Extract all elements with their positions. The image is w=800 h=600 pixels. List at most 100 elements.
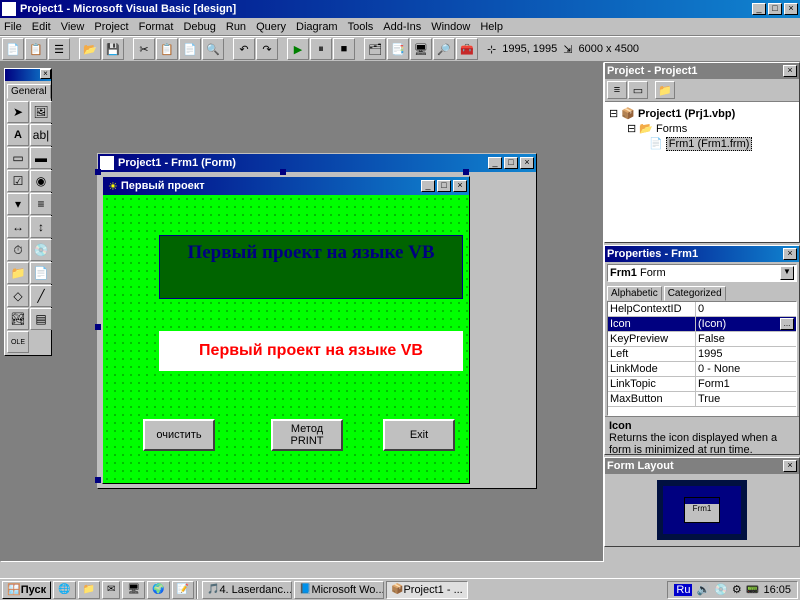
resize-handle[interactable] <box>95 169 101 175</box>
form-designer-window[interactable]: Project1 - Frm1 (Form) _ □ × ☀ Первы <box>97 153 537 489</box>
menu-edit[interactable]: Edit <box>32 21 51 33</box>
resize-handle[interactable] <box>95 324 101 330</box>
menu-tools[interactable]: Tools <box>348 21 374 33</box>
maximize-button[interactable]: □ <box>768 3 782 15</box>
menu-format[interactable]: Format <box>139 21 174 33</box>
view-object-button[interactable]: ▭ <box>628 81 648 99</box>
quicklaunch-icon[interactable]: 🌐 <box>53 581 75 599</box>
resize-handle[interactable] <box>463 169 469 175</box>
quicklaunch-icon[interactable]: 🖥 <box>122 581 145 599</box>
form-layout-titlebar[interactable]: Form Layout × <box>605 458 799 474</box>
form-layout-button[interactable]: 🖥 <box>410 38 432 60</box>
project-explorer-titlebar[interactable]: Project - Project1 × <box>605 63 799 79</box>
resize-handle[interactable] <box>280 169 286 175</box>
menu-window[interactable]: Window <box>431 21 470 33</box>
add-form-button[interactable]: 📋 <box>25 38 47 60</box>
properties-close-button[interactable]: × <box>783 248 797 260</box>
filelist-tool[interactable]: 📄 <box>30 262 52 284</box>
combobox-tool[interactable]: ▾ <box>7 193 29 215</box>
project-explorer-button[interactable]: 🗂 <box>364 38 386 60</box>
copy-button[interactable]: 📋 <box>156 38 178 60</box>
timer-tool[interactable]: ⏱ <box>7 239 29 261</box>
menu-addins[interactable]: Add-Ins <box>383 21 421 33</box>
end-button[interactable]: ■ <box>333 38 355 60</box>
property-row[interactable]: LinkMode0 - None <box>608 362 796 377</box>
tray-icon[interactable]: 💿 <box>714 583 728 596</box>
menu-view[interactable]: View <box>61 21 85 33</box>
toolbox-button[interactable]: 🧰 <box>456 38 478 60</box>
property-row[interactable]: Icon(Icon)... <box>608 317 796 332</box>
menu-diagram[interactable]: Diagram <box>296 21 338 33</box>
property-grid[interactable]: HelpContextID0Icon(Icon)...KeyPreviewFal… <box>607 301 797 416</box>
drivelist-tool[interactable]: 💿 <box>30 239 52 261</box>
form-close-button[interactable]: × <box>520 157 534 169</box>
checkbox-tool[interactable]: ☑ <box>7 170 29 192</box>
ole-tool[interactable]: OLE <box>7 331 29 353</box>
textbox-tool[interactable]: ab| <box>30 124 52 146</box>
property-row[interactable]: MaxButtonTrue <box>608 392 796 407</box>
dropdown-icon[interactable]: ▼ <box>780 266 794 280</box>
menu-file[interactable]: File <box>4 21 22 33</box>
redo-button[interactable]: ↷ <box>256 38 278 60</box>
menu-project[interactable]: Project <box>94 21 128 33</box>
pointer-tool[interactable]: ➤ <box>7 101 29 123</box>
properties-titlebar[interactable]: Properties - Frm1 × <box>605 246 799 262</box>
tree-form-item[interactable]: 📄 Frm1 (Frm1.frm) <box>609 136 795 151</box>
toolbox-panel[interactable]: × General ➤ 🖼 A ab| ▭ ▬ ☑ ◉ ▾ ≡ ↔ ↕ ⏱ 💿 … <box>4 68 52 356</box>
start-button[interactable]: ▶ <box>287 38 309 60</box>
line-tool[interactable]: ╱ <box>30 285 52 307</box>
listbox-tool[interactable]: ≡ <box>30 193 52 215</box>
menu-debug[interactable]: Debug <box>183 21 215 33</box>
form-window-titlebar[interactable]: Project1 - Frm1 (Form) _ □ × <box>98 154 536 172</box>
form-maximize-button[interactable]: □ <box>504 157 518 169</box>
form-layout-close-button[interactable]: × <box>783 460 797 472</box>
close-button[interactable]: × <box>784 3 798 15</box>
commandbutton-tool[interactable]: ▬ <box>30 147 52 169</box>
property-row[interactable]: HelpContextID0 <box>608 302 796 317</box>
form-canvas[interactable]: Первый проект на языке VB Первый проект … <box>103 195 469 483</box>
layout-form-thumbnail[interactable]: Frm1 <box>684 497 720 523</box>
paste-button[interactable]: 📄 <box>179 38 201 60</box>
label2-control[interactable]: Первый проект на языке VB <box>159 331 463 371</box>
quicklaunch-icon[interactable]: 📝 <box>172 581 194 599</box>
inner-minimize-button[interactable]: _ <box>421 180 435 192</box>
designed-form[interactable]: ☀ Первый проект _ □ × Первый проект на я… <box>102 176 470 484</box>
quicklaunch-icon[interactable]: 📁 <box>78 581 100 599</box>
picturebox-tool[interactable]: 🖼 <box>30 101 52 123</box>
optionbutton-tool[interactable]: ◉ <box>30 170 52 192</box>
add-project-button[interactable]: 📄 <box>2 38 24 60</box>
dirlist-tool[interactable]: 📁 <box>7 262 29 284</box>
toolbox-close-icon[interactable]: × <box>40 69 51 79</box>
find-button[interactable]: 🔍 <box>202 38 224 60</box>
task-button[interactable]: 🎵 4. Laserdanc... <box>202 581 292 599</box>
task-button[interactable]: 📘 Microsoft Wo... <box>294 581 384 599</box>
menu-help[interactable]: Help <box>480 21 503 33</box>
inner-close-button[interactable]: × <box>453 180 467 192</box>
toolbox-header[interactable]: × <box>5 69 51 81</box>
tray-icon[interactable]: ⚙ <box>732 583 742 596</box>
object-selector[interactable]: Frm1 Form ▼ <box>607 264 797 282</box>
resize-handle[interactable] <box>95 477 101 483</box>
quicklaunch-icon[interactable]: 🌍 <box>147 581 169 599</box>
minimize-button[interactable]: _ <box>752 3 766 15</box>
view-code-button[interactable]: ≡ <box>607 81 627 99</box>
open-button[interactable]: 📂 <box>79 38 101 60</box>
hscroll-tool[interactable]: ↔ <box>7 216 29 238</box>
clock[interactable]: 16:05 <box>763 584 791 596</box>
tray-icon[interactable]: 🔊 <box>696 583 710 596</box>
exit-button-control[interactable]: Exit <box>383 419 455 451</box>
shape-tool[interactable]: ◇ <box>7 285 29 307</box>
label-tool[interactable]: A <box>7 124 29 146</box>
tree-project-node[interactable]: ⊟ 📦 Project1 (Prj1.vbp) <box>609 106 795 121</box>
form-layout-body[interactable]: Frm1 <box>605 474 799 546</box>
frame-tool[interactable]: ▭ <box>7 147 29 169</box>
start-button[interactable]: 🪟 Пуск <box>2 581 51 599</box>
save-button[interactable]: 💾 <box>102 38 124 60</box>
menu-editor-button[interactable]: ☰ <box>48 38 70 60</box>
properties-button[interactable]: 📑 <box>387 38 409 60</box>
project-explorer-close-button[interactable]: × <box>783 65 797 77</box>
tab-alphabetic[interactable]: Alphabetic <box>607 286 662 301</box>
image-tool[interactable]: 🏞 <box>7 308 29 330</box>
property-row[interactable]: Left1995 <box>608 347 796 362</box>
toolbox-tab-general[interactable]: General <box>7 84 51 99</box>
